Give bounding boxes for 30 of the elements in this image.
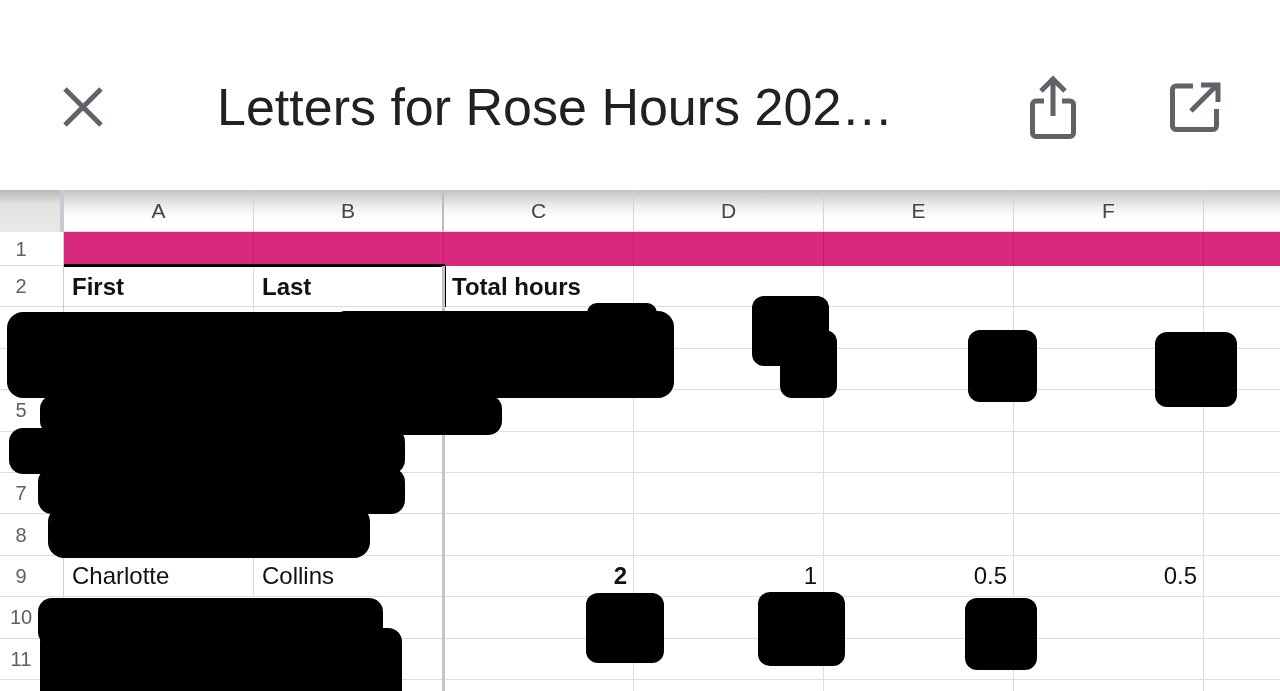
redaction-mark — [965, 598, 1037, 670]
column-header: C — [444, 190, 634, 232]
row-number: 8 — [15, 523, 27, 547]
close-icon — [62, 86, 104, 128]
row-number: 10 — [9, 606, 33, 630]
column-header: E — [824, 190, 1014, 232]
row-number: 7 — [15, 482, 27, 506]
redaction-mark — [968, 330, 1037, 402]
column-header: B — [254, 190, 444, 232]
column-header: D — [634, 190, 824, 232]
row-number: 9 — [15, 564, 27, 588]
column-header: F — [1014, 190, 1204, 232]
corner-cell — [0, 190, 64, 232]
open-in-new-icon — [1169, 81, 1223, 133]
cell-value: 1 — [803, 562, 817, 591]
share-icon — [1029, 74, 1077, 140]
cell-value: Total hours — [452, 272, 581, 301]
cell-value: 0.5 — [1163, 562, 1197, 591]
row-number: 2 — [15, 275, 27, 299]
cell-value: Last — [262, 272, 312, 301]
cell-value: 2 — [613, 562, 627, 591]
document-title: Letters for Rose Hours 202… — [217, 76, 894, 138]
cell-value: 0.5 — [973, 562, 1007, 591]
cell-value: Charlotte — [72, 562, 170, 591]
row-number: 1 — [15, 237, 27, 261]
row-number: 11 — [10, 647, 32, 671]
cell-value: First — [72, 272, 124, 301]
cell-value: Collins — [262, 562, 335, 591]
row-number: 5 — [15, 399, 27, 423]
column-header: A — [64, 190, 254, 232]
